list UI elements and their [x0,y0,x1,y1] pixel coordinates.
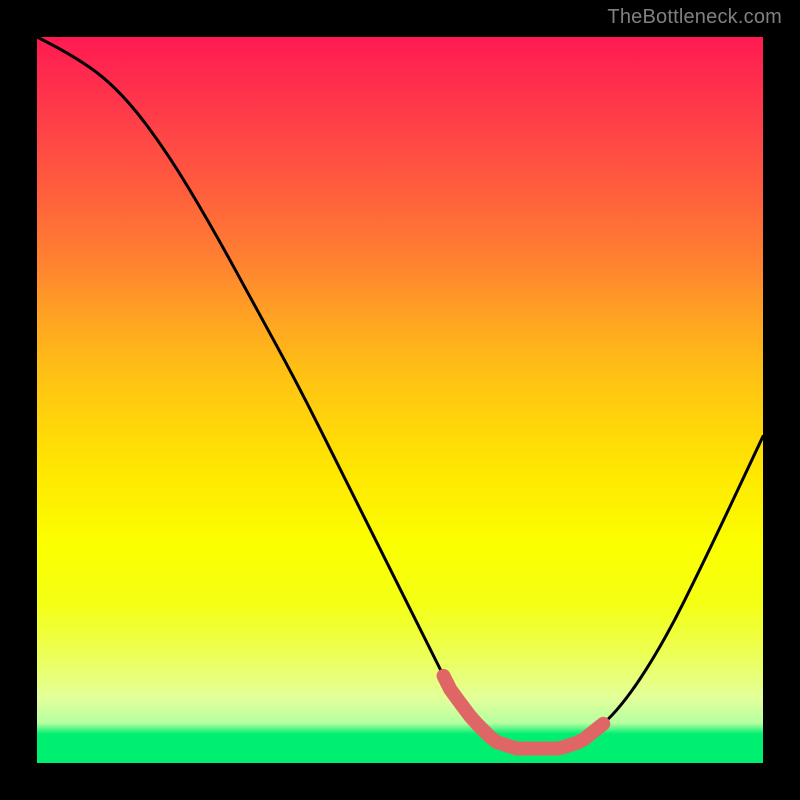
bottleneck-curve-path [37,37,763,748]
plot-area [37,37,763,763]
highlight-segment [444,676,604,749]
curve-svg [37,37,763,763]
highlight-dot-2 [455,698,469,712]
watermark-text: TheBottleneck.com [607,6,782,29]
highlight-dot-1 [440,676,454,690]
chart-frame: TheBottleneck.com [0,0,800,800]
